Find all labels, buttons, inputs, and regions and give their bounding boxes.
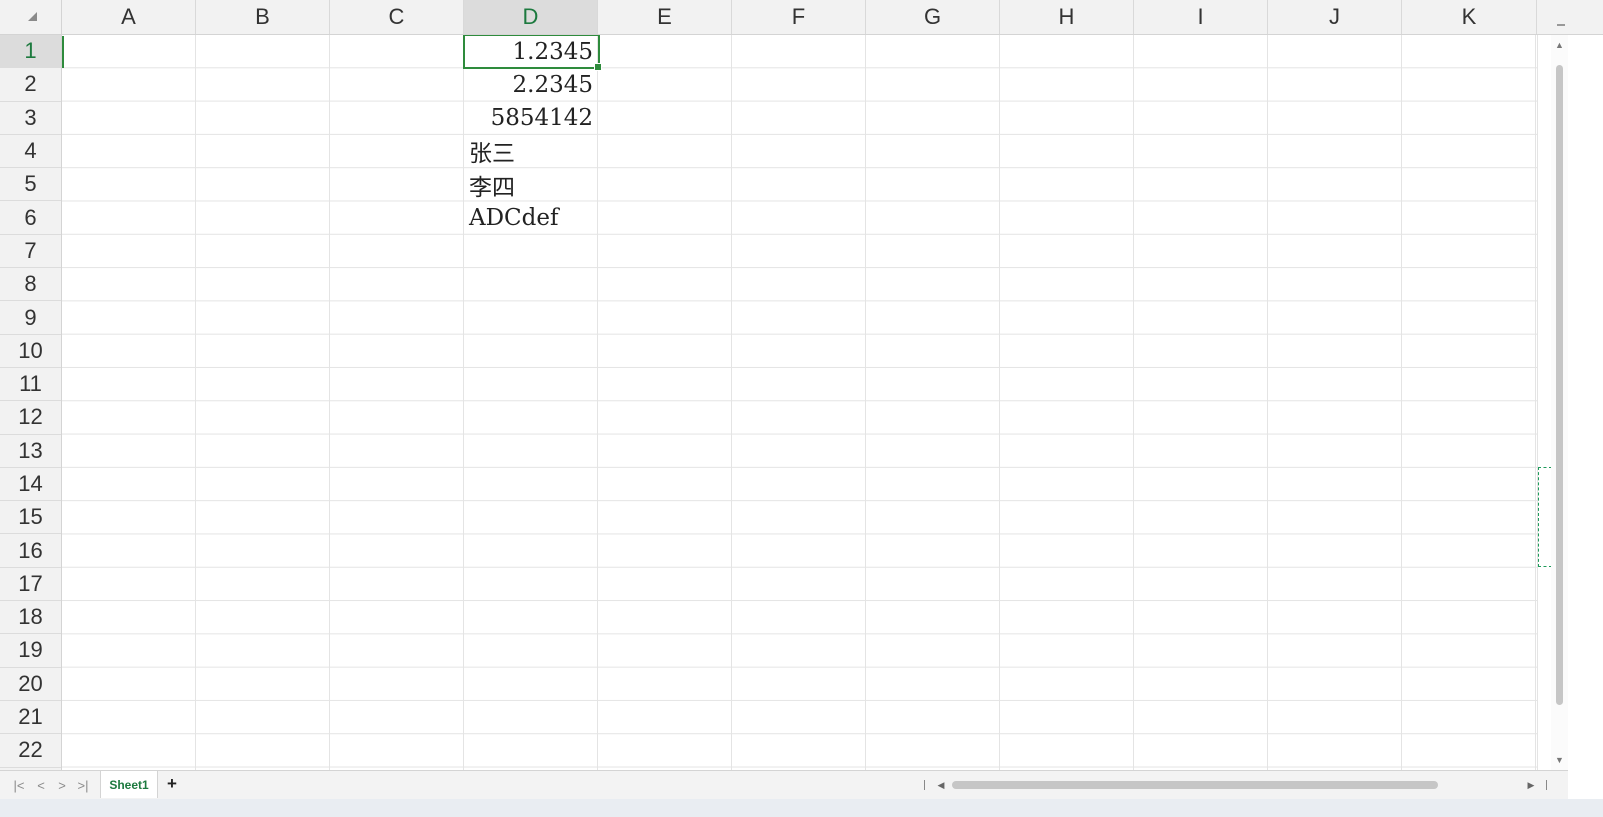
- cell-grid[interactable]: 1.2345 2.2345 5854142 张三 李四 ADCdef: [62, 35, 1537, 770]
- column-header-d[interactable]: D: [464, 0, 598, 34]
- row-headers: 1 2 3 4 5 6 7 8 9 10 11 12 13 14 15 16 1…: [0, 35, 62, 770]
- row-header-9[interactable]: 9: [0, 301, 61, 335]
- next-sheet-icon[interactable]: >: [53, 776, 71, 794]
- row-header-19[interactable]: 19: [0, 634, 61, 668]
- column-header-b[interactable]: B: [196, 0, 330, 34]
- row-header-22[interactable]: 22: [0, 734, 61, 768]
- row-header-7[interactable]: 7: [0, 235, 61, 269]
- column-header-c[interactable]: C: [330, 0, 464, 34]
- row-header-20[interactable]: 20: [0, 668, 61, 701]
- row-header-1[interactable]: 1: [0, 35, 61, 69]
- row-header-13[interactable]: 13: [0, 435, 61, 468]
- split-handle-icon[interactable]: [1557, 24, 1565, 26]
- right-edge-column: [1537, 35, 1552, 770]
- sheet-tab-sheet1[interactable]: Sheet1: [100, 771, 158, 798]
- column-header-h[interactable]: H: [1000, 0, 1134, 34]
- plus-icon[interactable]: +: [162, 774, 182, 794]
- row-header-21[interactable]: 21: [0, 701, 61, 735]
- row-header-14[interactable]: 14: [0, 468, 61, 502]
- prev-sheet-icon[interactable]: <: [32, 776, 50, 794]
- scroll-right-icon[interactable]: ▶: [1524, 776, 1538, 794]
- row-header-10[interactable]: 10: [0, 335, 61, 368]
- column-header-k[interactable]: K: [1402, 0, 1537, 34]
- select-all-triangle-icon: [28, 12, 37, 21]
- row-header-6[interactable]: 6: [0, 201, 61, 235]
- row-cursor-indicator: [62, 36, 64, 68]
- vertical-scroll-thumb[interactable]: [1556, 65, 1563, 705]
- copy-range-marker: [1538, 467, 1552, 567]
- scroll-left-icon[interactable]: ◀: [934, 776, 948, 794]
- header-filler: [1537, 0, 1603, 35]
- row-header-18[interactable]: 18: [0, 601, 61, 635]
- spreadsheet-app: A B C D E F G H I J K 1 2 3 4 5 6 7 8 9 …: [0, 0, 1603, 817]
- column-header-g[interactable]: G: [866, 0, 1000, 34]
- sheet-tab-bar: |< < > >| Sheet1 + ◀ ▶: [0, 770, 1568, 799]
- cell-d5[interactable]: 李四: [464, 168, 598, 201]
- row-header-15[interactable]: 15: [0, 501, 61, 535]
- scroll-down-icon[interactable]: ▼: [1551, 752, 1568, 768]
- cell-d2[interactable]: 2.2345: [464, 68, 598, 101]
- first-sheet-icon[interactable]: |<: [10, 776, 28, 794]
- row-header-11[interactable]: 11: [0, 368, 61, 402]
- row-header-16[interactable]: 16: [0, 534, 61, 568]
- horizontal-scroll-thumb[interactable]: [952, 781, 1438, 789]
- row-header-4[interactable]: 4: [0, 135, 61, 169]
- vertical-scrollbar[interactable]: ▲ ▼: [1551, 35, 1568, 770]
- cell-d4[interactable]: 张三: [464, 135, 598, 168]
- column-header-e[interactable]: E: [598, 0, 732, 34]
- column-header-i[interactable]: I: [1134, 0, 1268, 34]
- column-header-j[interactable]: J: [1268, 0, 1402, 34]
- row-header-2[interactable]: 2: [0, 68, 61, 102]
- select-all-button[interactable]: [0, 0, 62, 35]
- last-sheet-icon[interactable]: >|: [74, 776, 92, 794]
- row-header-8[interactable]: 8: [0, 268, 61, 302]
- row-header-17[interactable]: 17: [0, 568, 61, 602]
- scroll-divider-right: [1546, 780, 1547, 790]
- row-header-5[interactable]: 5: [0, 168, 61, 202]
- column-headers: A B C D E F G H I J K: [62, 0, 1537, 35]
- status-strip: [0, 799, 1603, 817]
- column-header-a[interactable]: A: [62, 0, 196, 34]
- row-header-12[interactable]: 12: [0, 401, 61, 435]
- scroll-up-icon[interactable]: ▲: [1551, 37, 1568, 53]
- cell-d3[interactable]: 5854142: [464, 102, 598, 135]
- cell-d6[interactable]: ADCdef: [464, 202, 598, 235]
- row-header-3[interactable]: 3: [0, 102, 61, 135]
- right-margin: [1568, 35, 1603, 817]
- cell-d1[interactable]: 1.2345: [464, 35, 598, 68]
- scroll-divider[interactable]: [924, 780, 925, 790]
- column-header-f[interactable]: F: [732, 0, 866, 34]
